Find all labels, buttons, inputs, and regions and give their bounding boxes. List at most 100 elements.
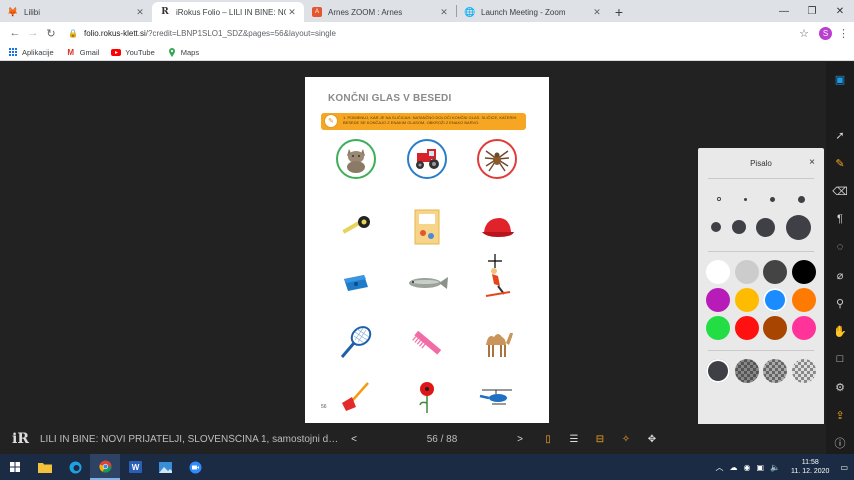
edge-icon[interactable] xyxy=(60,454,90,480)
zoom-icon[interactable] xyxy=(180,454,210,480)
new-tab-button[interactable]: + xyxy=(609,2,629,22)
color-swatch[interactable] xyxy=(791,316,816,340)
reload-icon[interactable]: ↻ xyxy=(42,24,60,42)
address-bar[interactable]: 🔒 folio.rokus-klett.si/?credit=LBNP1SLO1… xyxy=(68,25,787,42)
file-explorer-icon[interactable] xyxy=(30,454,60,480)
chevron-up-icon[interactable]: ︿ xyxy=(716,462,724,473)
color-swatch[interactable] xyxy=(734,316,759,340)
speaker-icon[interactable]: 🔈 xyxy=(770,463,780,472)
paragraph-icon[interactable]: ¶ xyxy=(833,212,847,226)
notifications-icon[interactable]: ▭ xyxy=(840,463,848,472)
magic-wand-icon[interactable]: ✧ xyxy=(618,434,634,445)
tab-title: Lilibi xyxy=(24,7,41,17)
system-tray: ︿ ☁ ◉ ▣ 🔈 11:58 11. 12. 2020 ▭ xyxy=(713,454,854,480)
upload-icon[interactable]: ⇪ xyxy=(833,408,847,422)
sharpener-icon xyxy=(344,275,368,291)
pen-size-8[interactable] xyxy=(785,214,811,240)
bookmark-maps[interactable]: Maps xyxy=(167,47,199,57)
info-icon[interactable]: ⓘ xyxy=(833,436,847,450)
tab-launch-meeting[interactable]: 🌐 Launch Meeting - Zoom ✕ xyxy=(457,2,609,22)
color-swatch[interactable] xyxy=(791,260,816,284)
panel-title: Pisalo xyxy=(750,158,772,168)
page-number: 56 xyxy=(321,404,327,410)
cloud-icon[interactable]: ☁ xyxy=(730,463,738,472)
forward-arrow-icon[interactable]: → xyxy=(24,24,42,42)
fox-icon: 🦊 xyxy=(7,6,19,17)
windows-start-icon[interactable] xyxy=(0,454,30,480)
attachment-icon[interactable]: ⌀ xyxy=(833,268,847,282)
color-swatch[interactable] xyxy=(763,316,788,340)
network-icon[interactable]: ▣ xyxy=(757,463,765,472)
zoom-tray-icon[interactable]: ◉ xyxy=(744,463,751,472)
hand-icon[interactable]: ✋ xyxy=(833,324,847,338)
minimize-icon[interactable]: — xyxy=(770,0,798,22)
bookmark-gmail[interactable]: M Gmail xyxy=(66,47,100,57)
close-icon[interactable]: ✕ xyxy=(591,7,603,18)
camel-icon xyxy=(486,333,513,357)
picture-spider xyxy=(475,137,519,181)
color-swatch[interactable] xyxy=(734,288,759,312)
tab-title: Arnes ZOOM : Arnes xyxy=(328,7,403,17)
back-arrow-icon[interactable]: ← xyxy=(6,24,24,42)
close-icon[interactable]: ✕ xyxy=(134,7,146,18)
pen-size-6[interactable] xyxy=(731,220,746,234)
pen-settings-panel: Pisalo × xyxy=(698,148,824,440)
close-window-icon[interactable]: ✕ xyxy=(826,0,854,22)
opacity-50[interactable] xyxy=(763,359,788,383)
word-icon[interactable]: W xyxy=(120,454,150,480)
color-swatch[interactable] xyxy=(734,260,759,284)
clock[interactable]: 11:58 11. 12. 2020 xyxy=(791,458,829,476)
pen-size-3[interactable] xyxy=(769,196,775,202)
close-icon[interactable]: × xyxy=(809,157,815,168)
color-swatch[interactable] xyxy=(791,288,816,312)
restore-icon[interactable]: ❐ xyxy=(798,0,826,22)
bookmark-label: Gmail xyxy=(79,47,100,57)
arnes-icon: A xyxy=(312,7,322,17)
panel-header: Pisalo × xyxy=(698,148,824,178)
pen-size-7[interactable] xyxy=(756,217,776,237)
search-icon[interactable]: ⚲ xyxy=(833,296,847,310)
tab-title: Launch Meeting - Zoom xyxy=(481,7,566,17)
photos-icon[interactable] xyxy=(150,454,180,480)
eraser-icon[interactable]: ⌫ xyxy=(832,184,848,198)
previous-page-button[interactable]: < xyxy=(346,434,362,445)
apps-grid-icon xyxy=(8,48,18,56)
page-title: KONČNI GLAS V BESEDI xyxy=(328,93,452,104)
pen-icon[interactable]: ✎ xyxy=(833,156,847,170)
pen-size-4[interactable] xyxy=(797,195,805,203)
profile-avatar[interactable]: S xyxy=(819,26,832,40)
next-page-button[interactable]: > xyxy=(512,434,528,445)
square-icon[interactable]: □ xyxy=(833,352,847,366)
close-icon[interactable]: ✕ xyxy=(286,7,298,18)
pen-size-1[interactable] xyxy=(717,197,722,201)
pen-size-2[interactable] xyxy=(744,197,748,201)
bookmark-youtube[interactable]: YouTube xyxy=(111,48,155,57)
tab-arnes-zoom[interactable]: A Arnes ZOOM : Arnes ✕ xyxy=(304,2,456,22)
color-swatch[interactable] xyxy=(706,260,731,284)
pointer-arrow-icon[interactable]: ➚ xyxy=(833,128,847,142)
color-swatch-selected[interactable] xyxy=(763,288,788,312)
chrome-icon[interactable] xyxy=(90,454,120,480)
kebab-menu-icon[interactable]: ⋮ xyxy=(838,27,849,40)
move-arrows-icon[interactable]: ✥ xyxy=(644,434,660,445)
gear-icon[interactable]: ⚙ xyxy=(833,380,847,394)
color-swatch[interactable] xyxy=(706,288,731,312)
comment-icon[interactable]: ◌ xyxy=(833,240,847,254)
opacity-75[interactable] xyxy=(734,359,759,383)
bookmark-star-icon[interactable]: ☆ xyxy=(795,27,813,40)
contents-list-icon[interactable]: ☰ xyxy=(566,434,582,445)
opacity-25[interactable] xyxy=(791,359,816,383)
picture-book-card xyxy=(405,205,449,249)
tab-irokus-folio[interactable]: R iRokus Folio – LILI IN BINE: NOVI ✕ xyxy=(152,2,304,22)
close-icon[interactable]: ✕ xyxy=(438,7,450,18)
color-swatch[interactable] xyxy=(706,316,731,340)
single-page-layout-icon[interactable]: ▯ xyxy=(540,434,556,445)
tab-lilibi[interactable]: 🦊 Lilibi ✕ xyxy=(0,2,152,22)
bookmark-apps[interactable]: Aplikacije xyxy=(8,48,54,57)
briefcase-icon[interactable]: ⊟ xyxy=(592,434,608,445)
pen-size-5[interactable] xyxy=(711,222,722,232)
toolbox-icon[interactable]: ▣ xyxy=(833,72,847,86)
opacity-solid[interactable] xyxy=(706,359,731,383)
tab-title: iRokus Folio – LILI IN BINE: NOVI xyxy=(176,7,286,17)
color-swatch[interactable] xyxy=(763,260,788,284)
